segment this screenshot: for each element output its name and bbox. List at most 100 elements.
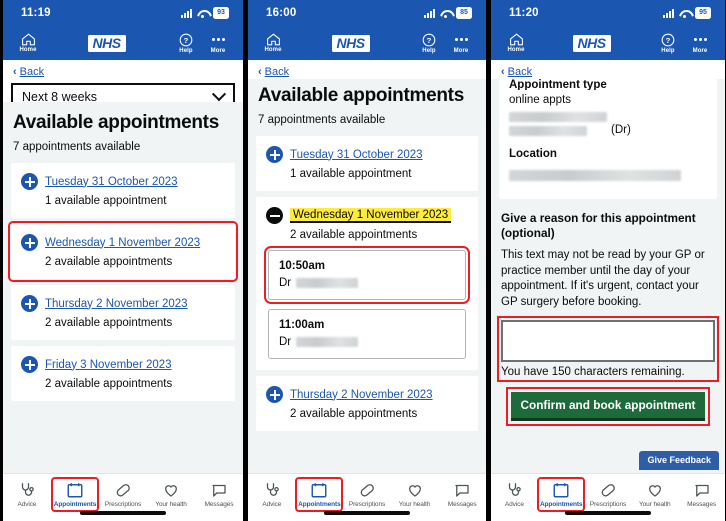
nav-item-messages[interactable]: Messages	[197, 479, 241, 510]
day-header-row[interactable]: Thursday 2 November 2023	[266, 386, 468, 403]
nav-item-advice[interactable]: Advice	[250, 479, 294, 510]
day-header-row[interactable]: Wednesday 1 November 2023	[21, 234, 225, 251]
more-button[interactable]: More	[203, 33, 233, 54]
nav-item-appointments[interactable]: Appointments	[51, 477, 99, 512]
day-header-row[interactable]: Wednesday 1 November 2023	[266, 207, 468, 224]
day-date-link[interactable]: Thursday 2 November 2023	[45, 298, 188, 310]
time-slot[interactable]: 11:00am Dr	[268, 309, 466, 359]
day-date-link[interactable]: Tuesday 31 October 2023	[290, 149, 423, 161]
nav-item-advice[interactable]: Advice	[492, 479, 536, 510]
time-slot-highlighted[interactable]: 10:50am Dr	[264, 246, 470, 304]
nav-item-appointments[interactable]: Appointments	[537, 477, 586, 512]
nav-item-prescriptions[interactable]: Prescriptions	[586, 479, 630, 510]
day-header-row[interactable]: Tuesday 31 October 2023	[266, 146, 468, 163]
nav-label: Your health	[398, 501, 431, 508]
help-button[interactable]: ? Help	[414, 33, 444, 54]
day-count-label: 2 available appointments	[45, 317, 173, 329]
day-date-link[interactable]: Thursday 2 November 2023	[290, 389, 433, 401]
nav-item-messages[interactable]: Messages	[680, 479, 724, 510]
nav-item-appointments[interactable]: Appointments	[295, 477, 344, 512]
nav-label: Your health	[639, 501, 671, 508]
home-icon	[266, 33, 280, 46]
nav-label: Messages	[447, 501, 477, 508]
stethoscope-icon	[266, 483, 279, 496]
nav-item-your-health[interactable]: Your health	[149, 479, 193, 510]
chevron-left-icon: ‹	[13, 65, 17, 78]
day-date-link[interactable]: Tuesday 31 October 2023	[45, 176, 178, 188]
day-header-row[interactable]: Thursday 2 November 2023	[21, 295, 225, 312]
day-card-highlighted[interactable]: Wednesday 1 November 2023 2 available ap…	[8, 221, 238, 282]
nav-label: Messages	[204, 501, 234, 508]
slot-doctor-prefix: Dr	[279, 336, 292, 348]
redacted-line	[509, 112, 607, 122]
expand-plus-icon	[21, 173, 38, 190]
page-title: Available appointments	[13, 112, 219, 133]
nhs-header: Home NHS ? Help More	[3, 26, 243, 60]
back-link[interactable]: Back	[20, 66, 44, 78]
battery-icon: 85	[456, 7, 472, 19]
day-header-row[interactable]: Friday 3 November 2023	[21, 356, 225, 373]
nav-item-your-health[interactable]: Your health	[393, 479, 437, 510]
three-phone-screenshots: 11:19 93 Home NHS ? Help More ‹ Back Nex…	[0, 0, 726, 521]
slot-doctor: Dr	[279, 336, 455, 348]
home-label: Home	[264, 47, 282, 53]
nhs-logo: NHS	[332, 34, 370, 52]
appointments-scroll-area[interactable]: Available appointments 7 appointments av…	[3, 102, 243, 473]
reason-section: Give a reason for this appointment (opti…	[491, 199, 725, 426]
back-bar[interactable]: ‹ Back	[3, 60, 243, 83]
location-label: Location	[509, 148, 557, 160]
calendar-icon	[67, 483, 83, 498]
reason-textarea[interactable]	[501, 320, 715, 362]
help-button[interactable]: ? Help	[653, 33, 683, 54]
nhs-header: Home NHS ? Help More	[248, 26, 486, 60]
day-card[interactable]: Thursday 2 November 2023 2 available app…	[256, 376, 478, 431]
stethoscope-icon	[21, 483, 34, 496]
character-count-label: You have 150 characters remaining.	[501, 366, 685, 378]
day-card-expanded[interactable]: Wednesday 1 November 2023 2 available ap…	[256, 197, 478, 370]
expand-plus-icon	[21, 234, 38, 251]
back-link[interactable]: Back	[508, 66, 532, 78]
nhs-logo: NHS	[573, 34, 611, 52]
more-dots-icon	[454, 33, 468, 47]
nav-item-messages[interactable]: Messages	[440, 479, 484, 510]
nav-label: Appointments	[53, 501, 97, 508]
home-button[interactable]: Home	[13, 33, 43, 53]
more-button[interactable]: More	[446, 33, 476, 54]
nav-item-advice[interactable]: Advice	[5, 479, 49, 510]
nav-item-prescriptions[interactable]: Prescriptions	[101, 479, 145, 510]
day-date-link-focused[interactable]: Wednesday 1 November 2023	[290, 208, 452, 223]
day-date-link[interactable]: Friday 3 November 2023	[45, 359, 172, 371]
day-card[interactable]: Friday 3 November 2023 2 available appoi…	[11, 346, 235, 401]
appointment-detail-scroll-area[interactable]: Appointment type online appts (Dr) Locat…	[491, 79, 725, 473]
question-circle-icon: ?	[179, 33, 193, 46]
help-button[interactable]: ? Help	[171, 33, 201, 54]
day-header-row[interactable]: Tuesday 31 October 2023	[21, 173, 225, 190]
nav-item-prescriptions[interactable]: Prescriptions	[345, 479, 389, 510]
question-circle-icon: ?	[422, 33, 436, 46]
more-button[interactable]: More	[685, 33, 715, 54]
nav-item-your-health[interactable]: Your health	[633, 479, 677, 510]
nhs-header: Home NHS ? Help More	[491, 26, 725, 60]
battery-icon: 93	[213, 7, 229, 19]
home-button[interactable]: Home	[258, 33, 288, 53]
svg-text:?: ?	[666, 35, 671, 44]
give-feedback-tab[interactable]: Give Feedback	[639, 451, 719, 470]
slot-doctor-prefix: Dr	[279, 277, 292, 289]
speech-bubble-icon	[212, 484, 226, 497]
confirm-and-book-button[interactable]: Confirm and book appointment	[511, 392, 705, 421]
expand-plus-icon	[266, 386, 283, 403]
day-date-link[interactable]: Wednesday 1 November 2023	[45, 237, 200, 249]
status-bar: 11:20 95	[491, 0, 725, 26]
help-label: Help	[422, 47, 436, 54]
appointments-scroll-area[interactable]: Available appointments 7 appointments av…	[248, 79, 486, 473]
nav-label: Advice	[504, 501, 524, 508]
heart-icon	[408, 485, 421, 497]
appointment-type-label: Appointment type	[509, 79, 607, 90]
day-card[interactable]: Tuesday 31 October 2023 1 available appo…	[256, 136, 478, 191]
nav-label: Your health	[155, 501, 187, 508]
day-card[interactable]: Thursday 2 November 2023 2 available app…	[11, 285, 235, 340]
home-button[interactable]: Home	[501, 33, 531, 53]
status-icons: 93	[181, 7, 229, 19]
day-card[interactable]: Tuesday 31 October 2023 1 available appo…	[11, 163, 235, 218]
back-link[interactable]: Back	[265, 66, 289, 78]
